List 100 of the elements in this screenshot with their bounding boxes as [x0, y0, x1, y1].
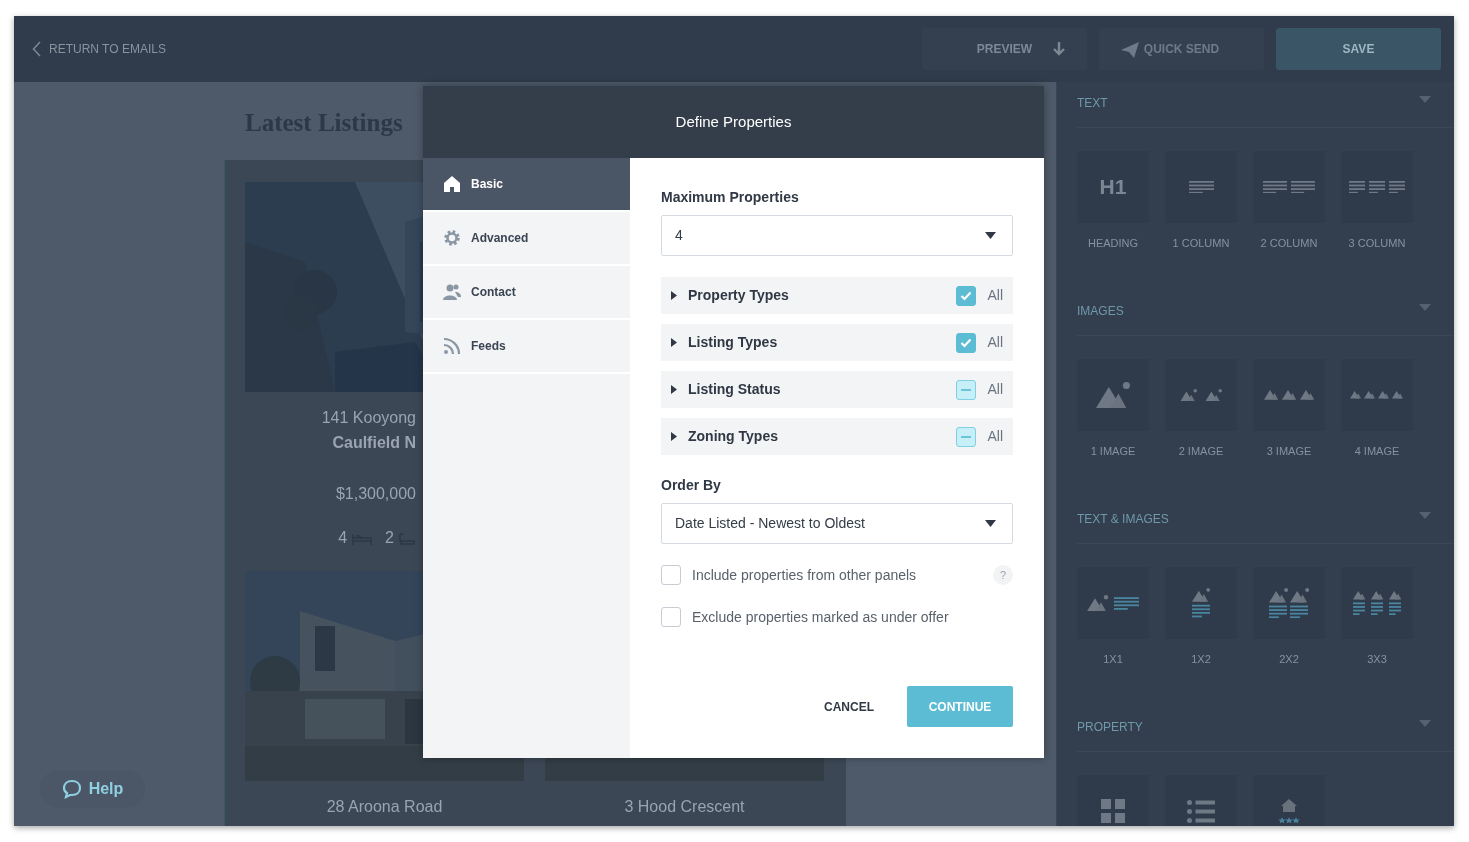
block-label: 3 IMAGE [1266, 444, 1312, 458]
filter-row[interactable]: Listing Status All [661, 371, 1013, 408]
heading-glyph: H1 [1099, 174, 1127, 201]
block-tile[interactable] [1341, 151, 1413, 223]
block-label: 3 COLUMN [1348, 236, 1406, 250]
field-label: Order By [661, 476, 722, 494]
caret-right-icon[interactable] [671, 432, 678, 441]
block-tile[interactable] [1341, 567, 1413, 639]
bath-count: 2 [385, 529, 394, 546]
rss-icon [443, 337, 461, 355]
list-icon [1186, 799, 1216, 823]
chat-bubble-icon [61, 779, 82, 799]
listing-price: $1,300,000 [334, 484, 417, 504]
caret-down-icon [985, 520, 996, 527]
save-button[interactable]: SAVE [1276, 28, 1441, 70]
cancel-button[interactable]: CANCEL [824, 697, 874, 716]
filter-row[interactable]: Property Types All [661, 277, 1013, 314]
filter-label: Listing Status [688, 380, 782, 399]
block-label: HEADING [1087, 236, 1139, 250]
block-label: 2X2 [1279, 652, 1299, 666]
block-label: 1 IMAGE [1090, 444, 1136, 458]
all-checkbox[interactable] [956, 426, 977, 447]
check-icon [960, 290, 973, 301]
house-icon [443, 175, 461, 193]
maximum-select[interactable]: 4 [661, 215, 1013, 256]
block-label: 2 IMAGE [1178, 444, 1224, 458]
block-label: 4 IMAGE [1354, 444, 1400, 458]
house-stars-icon [1278, 798, 1300, 824]
checkbox-label: All [987, 286, 1003, 305]
mountain-image-icon [1350, 391, 1404, 399]
listing-address: 28 Aroona Road [325, 797, 444, 817]
block-label: 1X2 [1191, 652, 1211, 666]
block-tile[interactable] [1341, 359, 1413, 431]
all-checkbox[interactable] [956, 379, 977, 400]
image-text-icon [1268, 587, 1310, 619]
chevron-left-icon [32, 41, 41, 57]
paper-plane-icon [1120, 41, 1140, 59]
caret-right-icon[interactable] [671, 385, 678, 394]
listing-address: 141 Kooyong [320, 408, 417, 428]
caret-right-icon[interactable] [671, 338, 678, 347]
section-title: PROPERTY [1077, 720, 1143, 736]
checkbox-label: Exclude properties marked as under offer [692, 607, 950, 627]
mountain-image-icon [1263, 390, 1315, 400]
mountain-image-icon [1180, 388, 1222, 402]
block-tile[interactable] [1165, 151, 1237, 223]
block-tile[interactable] [1077, 567, 1149, 639]
section-title: TEXT & IMAGES [1077, 512, 1169, 528]
section-title: TEXT [1077, 96, 1108, 112]
help-button[interactable]: Help [40, 770, 145, 808]
all-checkbox[interactable] [956, 285, 977, 306]
arrow-down-icon [1052, 41, 1066, 57]
block-tile[interactable] [1253, 359, 1325, 431]
caret-icon[interactable] [1419, 96, 1431, 104]
checkbox-label: All [987, 380, 1003, 399]
filter-label: Zoning Types [688, 427, 779, 446]
field-label: Maximum Properties [661, 188, 800, 206]
check-icon [960, 337, 973, 348]
grid-icon [1101, 799, 1125, 823]
people-icon [443, 283, 461, 301]
block-tile[interactable] [1077, 775, 1149, 826]
image-text-icon [1352, 590, 1402, 615]
caret-icon[interactable] [1419, 512, 1431, 520]
block-tile[interactable] [1165, 567, 1237, 639]
caret-icon[interactable] [1419, 304, 1431, 312]
text-columns-icon [1263, 180, 1315, 194]
checkbox-label: All [987, 427, 1003, 446]
caret-down-icon [985, 232, 996, 239]
dialog-nav-item[interactable]: Basic [423, 158, 630, 212]
back-link[interactable]: RETURN TO EMAILS [32, 40, 166, 58]
checkbox-label: Include properties from other panels [692, 565, 918, 585]
checkbox[interactable] [661, 607, 681, 627]
text-columns-icon [1349, 180, 1405, 194]
checkbox-label: All [987, 333, 1003, 352]
bed-count: 4 [338, 529, 348, 546]
block-label: 1X1 [1103, 652, 1123, 666]
filter-row[interactable]: Listing Types All [661, 324, 1013, 361]
block-tile[interactable] [1253, 775, 1325, 826]
block-tile[interactable] [1165, 359, 1237, 431]
text-lines-icon [1188, 180, 1214, 194]
block-label: 1 COLUMN [1172, 236, 1230, 250]
block-tile[interactable] [1253, 151, 1325, 223]
image-text-icon [1087, 594, 1139, 612]
mountain-image-icon [1096, 382, 1130, 408]
image-text-icon [1192, 588, 1210, 618]
dialog-title: Define Properties [423, 86, 1044, 158]
block-tile[interactable] [1253, 567, 1325, 639]
caret-right-icon[interactable] [671, 291, 678, 300]
filter-label: Property Types [688, 286, 790, 305]
block-tile[interactable] [1165, 775, 1237, 826]
caret-icon[interactable] [1419, 720, 1431, 728]
filter-label: Listing Types [688, 333, 779, 352]
block-tile[interactable] [1077, 359, 1149, 431]
block-label: 3X3 [1367, 652, 1387, 666]
all-checkbox[interactable] [956, 332, 977, 353]
filter-row[interactable]: Zoning Types All [661, 418, 1013, 455]
listing-address: 3 Hood Crescent [623, 797, 746, 817]
checkbox[interactable] [661, 565, 681, 585]
section-title: IMAGES [1077, 304, 1124, 320]
order-select[interactable]: Date Listed - Newest to Oldest [661, 503, 1013, 544]
block-label: 2 COLUMN [1260, 236, 1318, 250]
